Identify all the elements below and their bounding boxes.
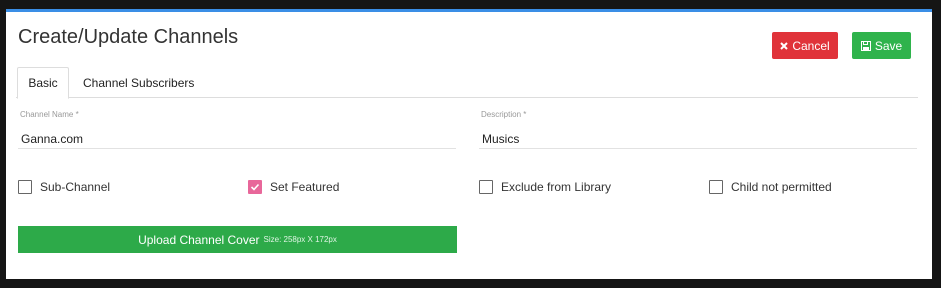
checkbox-box[interactable] — [18, 180, 32, 194]
checkbox-label: Exclude from Library — [501, 180, 612, 194]
upload-button-label: Upload Channel Cover — [138, 232, 260, 247]
upload-channel-cover-button[interactable]: Upload Channel Cover Size: 258px X 172px — [18, 226, 457, 253]
checkmark-icon — [250, 183, 260, 191]
checkbox-label: Sub-Channel — [40, 180, 111, 194]
cancel-button[interactable]: Cancel — [772, 32, 838, 59]
checkbox-box[interactable] — [248, 180, 262, 194]
checkbox-box[interactable] — [709, 180, 723, 194]
sub-channel-checkbox[interactable]: Sub-Channel — [18, 180, 110, 194]
channel-name-field[interactable] — [18, 129, 456, 149]
child-not-permitted-checkbox[interactable]: Child not permitted — [709, 180, 832, 194]
save-button-label: Save — [874, 38, 903, 53]
checkbox-label: Set Featured — [270, 180, 340, 194]
checkbox-box[interactable] — [479, 180, 493, 194]
save-button[interactable]: Save — [852, 32, 911, 59]
exclude-from-library-checkbox[interactable]: Exclude from Library — [479, 180, 611, 194]
set-featured-checkbox[interactable]: Set Featured — [248, 180, 339, 194]
floppy-disk-icon — [860, 40, 871, 51]
channel-name-label: Channel Name * — [20, 110, 79, 119]
upload-size-hint: Size: 258px X 172px — [263, 235, 337, 244]
channel-form-card: Create/Update Channels Cancel Save Basic… — [6, 9, 932, 279]
description-field[interactable] — [479, 129, 917, 149]
page-title: Create/Update Channels — [18, 26, 239, 48]
description-label: Description * — [481, 110, 527, 119]
checkbox-label: Child not permitted — [731, 180, 832, 194]
tab-bar: Basic Channel Subscribers — [16, 67, 918, 99]
tab-basic[interactable]: Basic — [17, 67, 69, 99]
cancel-button-label: Cancel — [792, 38, 830, 53]
tab-channel-subscribers[interactable]: Channel Subscribers — [83, 67, 194, 98]
times-icon — [780, 41, 789, 50]
